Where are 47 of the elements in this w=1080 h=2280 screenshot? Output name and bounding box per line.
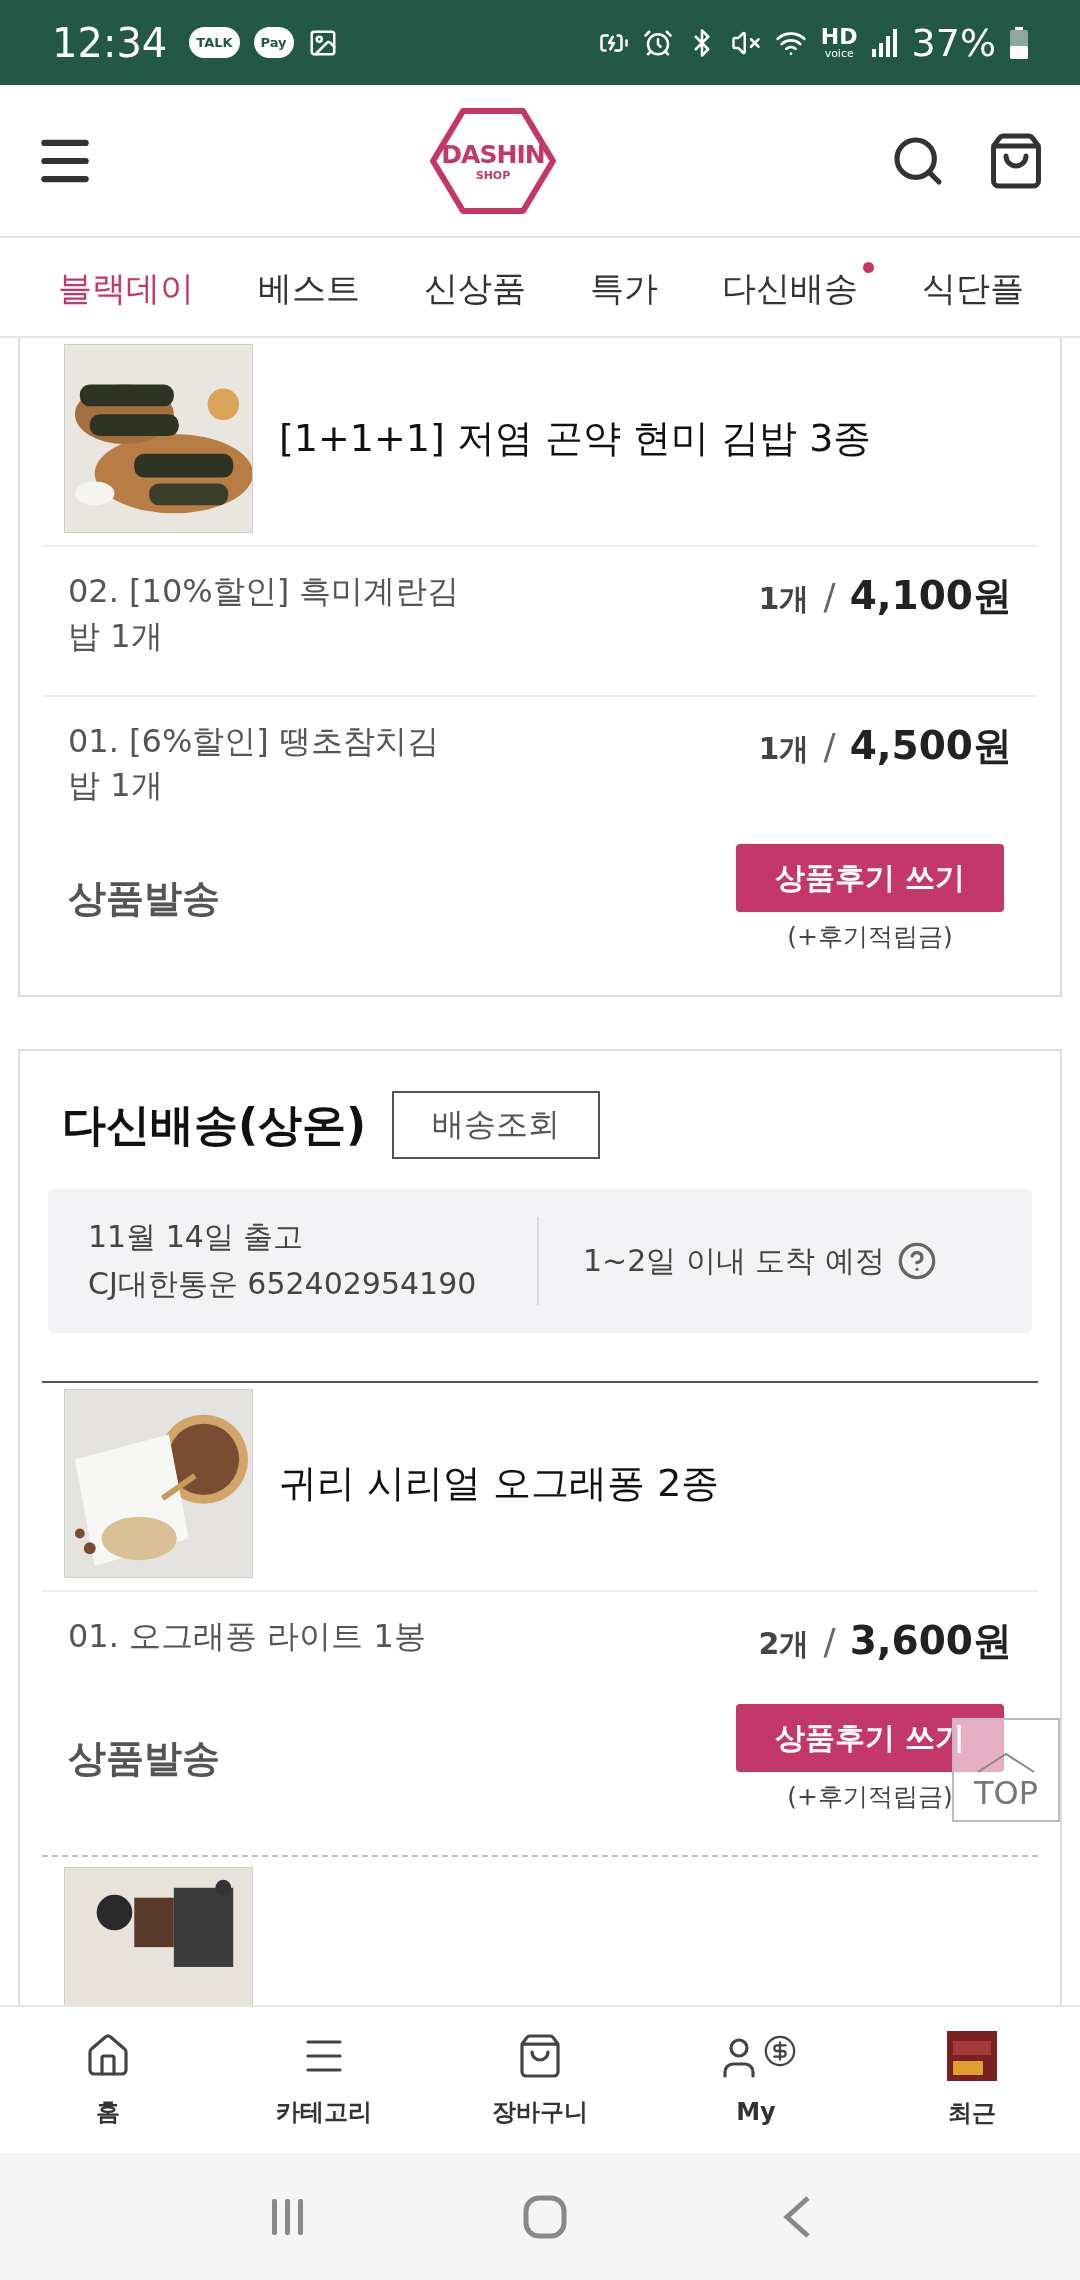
product-name: [1+1+1] 저염 곤약 현미 김밥 3종 xyxy=(279,415,872,462)
talk-icon: TALK xyxy=(189,27,240,58)
nav-item[interactable]: 홈 xyxy=(0,2007,216,2153)
quantity: 2개 xyxy=(758,1625,810,1664)
hd-voice-label: HD voice xyxy=(820,26,858,59)
battery-icon xyxy=(1010,26,1028,59)
pay-icon: Pay xyxy=(253,27,294,58)
nav-item[interactable]: My xyxy=(648,2007,864,2153)
write-review-button[interactable]: 상품후기 쓰기 xyxy=(736,844,1004,913)
delivery-status: 상품발송 xyxy=(68,1735,220,1783)
category-tab[interactable]: 신상품 xyxy=(424,262,542,312)
review-reward-note: (+후기적립금) xyxy=(787,921,953,954)
slash-divider: / xyxy=(823,725,836,767)
shipment-title: 다신배송(상온) xyxy=(62,1097,367,1152)
product-name: 귀리 시리얼 오그래퐁 2종 xyxy=(279,1460,720,1508)
chevron-up-icon xyxy=(976,1752,1036,1774)
category-tab[interactable]: 베스트 xyxy=(258,262,376,312)
signal-icon xyxy=(871,28,898,57)
price: 3,600원 xyxy=(849,1617,1012,1666)
battery-percent: 37% xyxy=(911,20,996,65)
nav-item[interactable]: 장바구니 xyxy=(432,2007,648,2153)
help-icon[interactable] xyxy=(896,1241,937,1282)
category-tab[interactable]: 다신배송 xyxy=(722,262,874,312)
price: 4,100원 xyxy=(849,572,1012,620)
slash-divider: / xyxy=(823,1621,836,1663)
arrival-estimate: 1~2일 이내 도착 예정 xyxy=(583,1241,885,1280)
review-reward-note: (+후기적립금) xyxy=(787,1781,953,1814)
status-time: 12:34 xyxy=(52,19,168,66)
alarm-icon xyxy=(642,27,673,58)
release-date: 11월 14일 출고 xyxy=(88,1218,305,1257)
option-label: 02. [10%할인] 흑미계란김밥 1개 xyxy=(68,571,461,657)
delivery-status: 상품발송 xyxy=(68,875,220,923)
home-button-icon[interactable] xyxy=(523,2194,567,2239)
category-tab[interactable]: 특가 xyxy=(590,262,674,312)
nav-item[interactable]: 최근 xyxy=(864,2007,1080,2153)
tracking-number: CJ대한통운 652402954190 xyxy=(88,1265,478,1304)
new-dot xyxy=(863,262,874,273)
quantity: 1개 xyxy=(758,580,810,618)
track-button[interactable]: 배송조회 xyxy=(392,1091,601,1160)
slash-divider: / xyxy=(823,576,836,617)
price: 4,500원 xyxy=(849,721,1012,770)
category-tab[interactable]: 식단플 xyxy=(922,262,1040,312)
option-label: 01. 오그래퐁 라이트 1봉 xyxy=(68,1616,427,1658)
category-tab[interactable]: 블랙데이 xyxy=(58,262,210,312)
quantity: 1개 xyxy=(758,729,810,768)
nav-item[interactable]: 카테고리 xyxy=(216,2007,432,2153)
option-label: 01. [6%할인] 땡초참치김밥 1개 xyxy=(68,720,440,807)
